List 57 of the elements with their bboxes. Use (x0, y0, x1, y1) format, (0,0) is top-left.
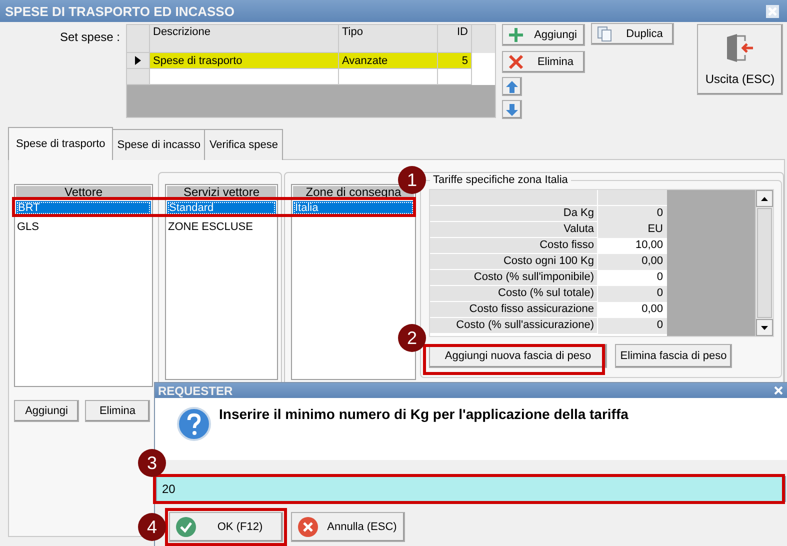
group-title: Tariffe specifiche zona Italia (430, 174, 571, 186)
table-cell: 5 (438, 53, 472, 69)
close-icon[interactable] (766, 4, 779, 18)
cancel-icon (298, 517, 318, 537)
close-icon[interactable] (774, 386, 783, 395)
arrow-up-icon (505, 80, 519, 94)
tab[interactable]: Spese di trasporto (8, 127, 114, 160)
x-icon (508, 54, 524, 70)
delete-weight-band-button[interactable]: Elimina fascia di peso (615, 344, 732, 368)
scroll-down-icon[interactable] (761, 326, 768, 330)
row-pointer-icon (135, 56, 141, 65)
input-field[interactable]: 20 (156, 476, 786, 502)
table-cell[interactable]: 0 (598, 286, 667, 302)
scroll-up-icon[interactable] (761, 196, 768, 200)
add-button[interactable]: Aggiungi (14, 400, 79, 422)
list-item[interactable]: Standard (167, 201, 276, 215)
check-icon (176, 517, 196, 537)
table-cell[interactable]: 0,00 (598, 254, 667, 270)
dialog-title: REQUESTER (158, 384, 233, 398)
list-item[interactable]: Italia (293, 201, 414, 215)
window-title: SPESE DI TRASPORTO ED INCASSO (5, 4, 234, 18)
tab[interactable]: Verifica spese (204, 129, 283, 160)
tab[interactable]: Spese di incasso (112, 129, 206, 160)
table-cell (438, 69, 472, 85)
list-item[interactable]: ZONE ESCLUSE (166, 220, 277, 234)
table-cell[interactable]: 0 (598, 318, 667, 334)
duplicate-button[interactable]: Duplica (591, 23, 674, 45)
row-label: Da Kg (430, 206, 598, 222)
row-label: Costo (% sul totale) (430, 286, 598, 302)
scrollbar[interactable] (755, 190, 773, 336)
table-cell[interactable]: EU (598, 222, 667, 238)
dialog-message: Inserire il minimo numero di Kg per l'applicazione della tariffa (219, 406, 628, 422)
move-up-button[interactable] (502, 77, 522, 96)
exit-door-icon (725, 33, 755, 63)
row-label: Costo (% sull'imponibile) (430, 270, 598, 286)
delete-button[interactable]: Elimina (85, 400, 150, 422)
table-cell[interactable]: 0 (598, 206, 667, 222)
ok-button[interactable]: OK (F12) (169, 512, 283, 542)
set-label: Set spese : (58, 30, 121, 44)
plus-icon (508, 27, 524, 43)
question-icon (177, 407, 211, 441)
row-label: Costo fisso assicurazione (430, 302, 598, 318)
list-item[interactable]: BRT (16, 201, 151, 215)
row-label: Costo ogni 100 Kg (430, 254, 598, 270)
copy-icon (597, 26, 613, 42)
delete-button[interactable]: Elimina (502, 51, 585, 73)
table-cell: Spese di trasporto (150, 53, 339, 69)
exit-button[interactable]: Uscita (ESC) (697, 24, 783, 95)
list-item[interactable]: GLS (15, 220, 152, 234)
arrow-down-icon (505, 102, 519, 116)
add-button[interactable]: Aggiungi (502, 24, 585, 46)
move-down-button[interactable] (502, 100, 522, 119)
table-cell: Avanzate (339, 53, 438, 69)
row-label: Costo (% sull'assicurazione) (430, 318, 598, 334)
row-label: Costo fisso (430, 238, 598, 254)
cancel-button[interactable]: Annulla (ESC) (291, 512, 405, 542)
row-label: Valuta (430, 222, 598, 238)
